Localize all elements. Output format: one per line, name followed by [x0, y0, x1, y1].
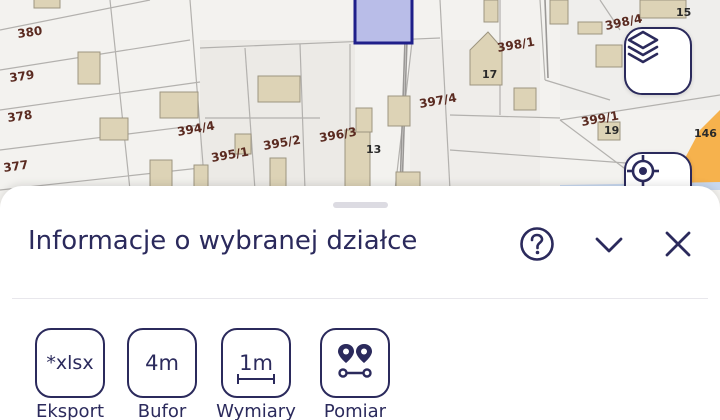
building-number-17: 17	[482, 68, 497, 81]
buffer-tool[interactable]: 4m Bufor	[117, 328, 207, 420]
measure-label: Pomiar	[323, 401, 387, 420]
buffer-label: Bufor	[137, 401, 187, 420]
sheet-drag-handle[interactable]	[333, 202, 388, 208]
sheet-title: Informacje o wybranej działce	[28, 226, 418, 256]
export-button[interactable]: *xlsx	[35, 328, 105, 398]
parcel-label-379: 379	[8, 68, 35, 85]
sheet-divider	[12, 298, 708, 299]
help-icon	[519, 226, 555, 266]
measure-tool[interactable]: Pomiar	[310, 328, 400, 420]
close-button[interactable]	[660, 228, 696, 264]
dimensions-value: 1m	[239, 351, 273, 375]
parcel-label-377: 377	[2, 158, 29, 175]
parcel-label-380: 380	[16, 24, 43, 41]
dimensions-button[interactable]: 1m	[221, 328, 291, 398]
export-label: Eksport	[35, 401, 105, 420]
building-number-19: 19	[604, 124, 619, 137]
export-tool[interactable]: *xlsx Eksport	[25, 328, 115, 420]
collapse-button[interactable]	[591, 228, 627, 264]
route-pins-icon	[335, 341, 375, 386]
building-number-13: 13	[366, 143, 381, 156]
close-icon	[661, 227, 695, 265]
dimensions-tool[interactable]: 1m Wymiary	[211, 328, 301, 420]
buffer-button[interactable]: 4m	[127, 328, 197, 398]
dimension-ruler-icon: 1m	[237, 351, 275, 384]
chevron-down-icon	[592, 227, 626, 265]
dimensions-label: Wymiary	[216, 401, 296, 420]
parcel-info-sheet: Informacje o wybranej działce *xlsx Eksp…	[0, 186, 720, 420]
measure-button[interactable]	[320, 328, 390, 398]
help-button[interactable]	[519, 226, 555, 266]
building-number-146: 146	[694, 127, 717, 140]
parcel-label-378: 378	[6, 108, 33, 125]
building-number-15: 15	[676, 6, 691, 19]
layers-button[interactable]	[624, 27, 692, 95]
